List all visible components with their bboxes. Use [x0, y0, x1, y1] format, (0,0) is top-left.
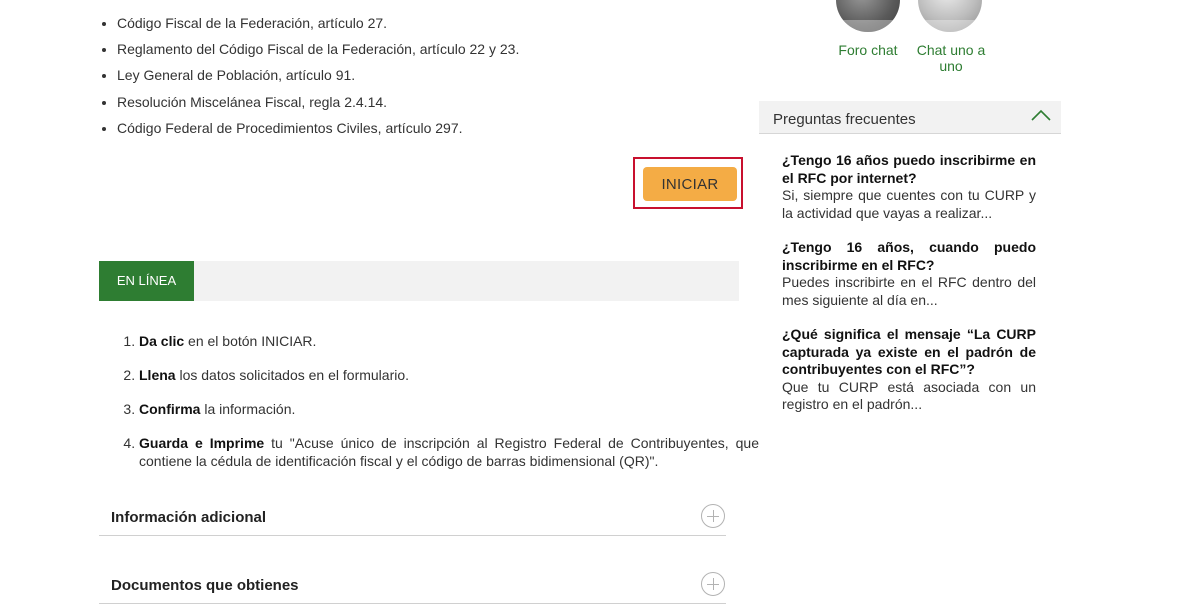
faq-item[interactable]: ¿Tengo 16 años puedo inscribirme en el R… [782, 152, 1036, 222]
faq-header[interactable]: Preguntas frecuentes [759, 101, 1061, 134]
list-item: Código Fiscal de la Federación, artículo… [117, 14, 519, 40]
faq-question[interactable]: ¿Tengo 16 años, cuando puedo inscribirme… [782, 239, 1036, 274]
step-text: los datos solicitados en el formulario. [179, 367, 410, 383]
faq-header-title: Preguntas frecuentes [773, 111, 916, 128]
faq-question[interactable]: ¿Tengo 16 años puedo inscribirme en el R… [782, 152, 1036, 187]
iniciar-button[interactable]: INICIAR [643, 167, 737, 201]
step-item: Confirma la información. [139, 400, 759, 418]
step-item: Da clic en el botón INICIAR. [139, 332, 759, 350]
faq-answer: Puedes inscribirte en el RFC dentro del … [782, 274, 1036, 308]
plus-circle-icon[interactable] [701, 572, 725, 596]
step-action: Llena [139, 367, 176, 383]
faq-answer: Si, siempre que cuentes con tu CURP y la… [782, 187, 1036, 221]
step-action: Da clic [139, 333, 185, 349]
legal-references-list: Código Fiscal de la Federación, artículo… [99, 14, 519, 145]
accordion-title: Información adicional [111, 509, 267, 526]
faq-item[interactable]: ¿Tengo 16 años, cuando puedo inscribirme… [782, 239, 1036, 309]
accordion-informacion-adicional[interactable]: Información adicional [99, 503, 726, 536]
accordion-title: Documentos que obtienes [111, 577, 299, 594]
chat-uno-a-uno-link[interactable]: Chat uno a uno [912, 42, 990, 74]
chevron-up-icon[interactable] [1031, 109, 1051, 121]
list-item: Código Federal de Procedimientos Civiles… [117, 119, 519, 145]
plus-circle-icon[interactable] [701, 504, 725, 528]
iniciar-highlight-frame: INICIAR [633, 157, 743, 209]
foro-chat-link[interactable]: Foro chat [838, 42, 898, 58]
list-item: Resolución Miscelánea Fiscal, regla 2.4.… [117, 93, 519, 119]
tab-en-linea[interactable]: EN LÍNEA [99, 261, 194, 301]
step-text: la información. [204, 401, 296, 417]
step-action: Guarda e Imprime [139, 435, 265, 451]
foro-chat-avatar[interactable] [836, 0, 900, 32]
faq-answer: Que tu CURP está asociada con un registr… [782, 378, 1036, 413]
step-text: en el botón INICIAR. [188, 333, 317, 349]
accordion-documentos-que-obtienes[interactable]: Documentos que obtienes [99, 571, 726, 604]
step-item: Llena los datos solicitados en el formul… [139, 366, 759, 384]
step-action: Confirma [139, 401, 201, 417]
faq-item[interactable]: ¿Qué significa el mensaje “La CURP captu… [782, 326, 1036, 414]
list-item: Reglamento del Código Fiscal de la Feder… [117, 40, 519, 66]
steps-list: Da clic en el botón INICIAR. Llena los d… [120, 332, 759, 486]
faq-question[interactable]: ¿Qué significa el mensaje “La CURP captu… [782, 326, 1036, 379]
list-item: Ley General de Población, artículo 91. [117, 66, 519, 92]
en-linea-bar: EN LÍNEA [99, 261, 739, 301]
step-item: Guarda e Imprime tu "Acuse único de insc… [139, 434, 759, 470]
chat-uno-a-uno-avatar[interactable] [918, 0, 982, 32]
